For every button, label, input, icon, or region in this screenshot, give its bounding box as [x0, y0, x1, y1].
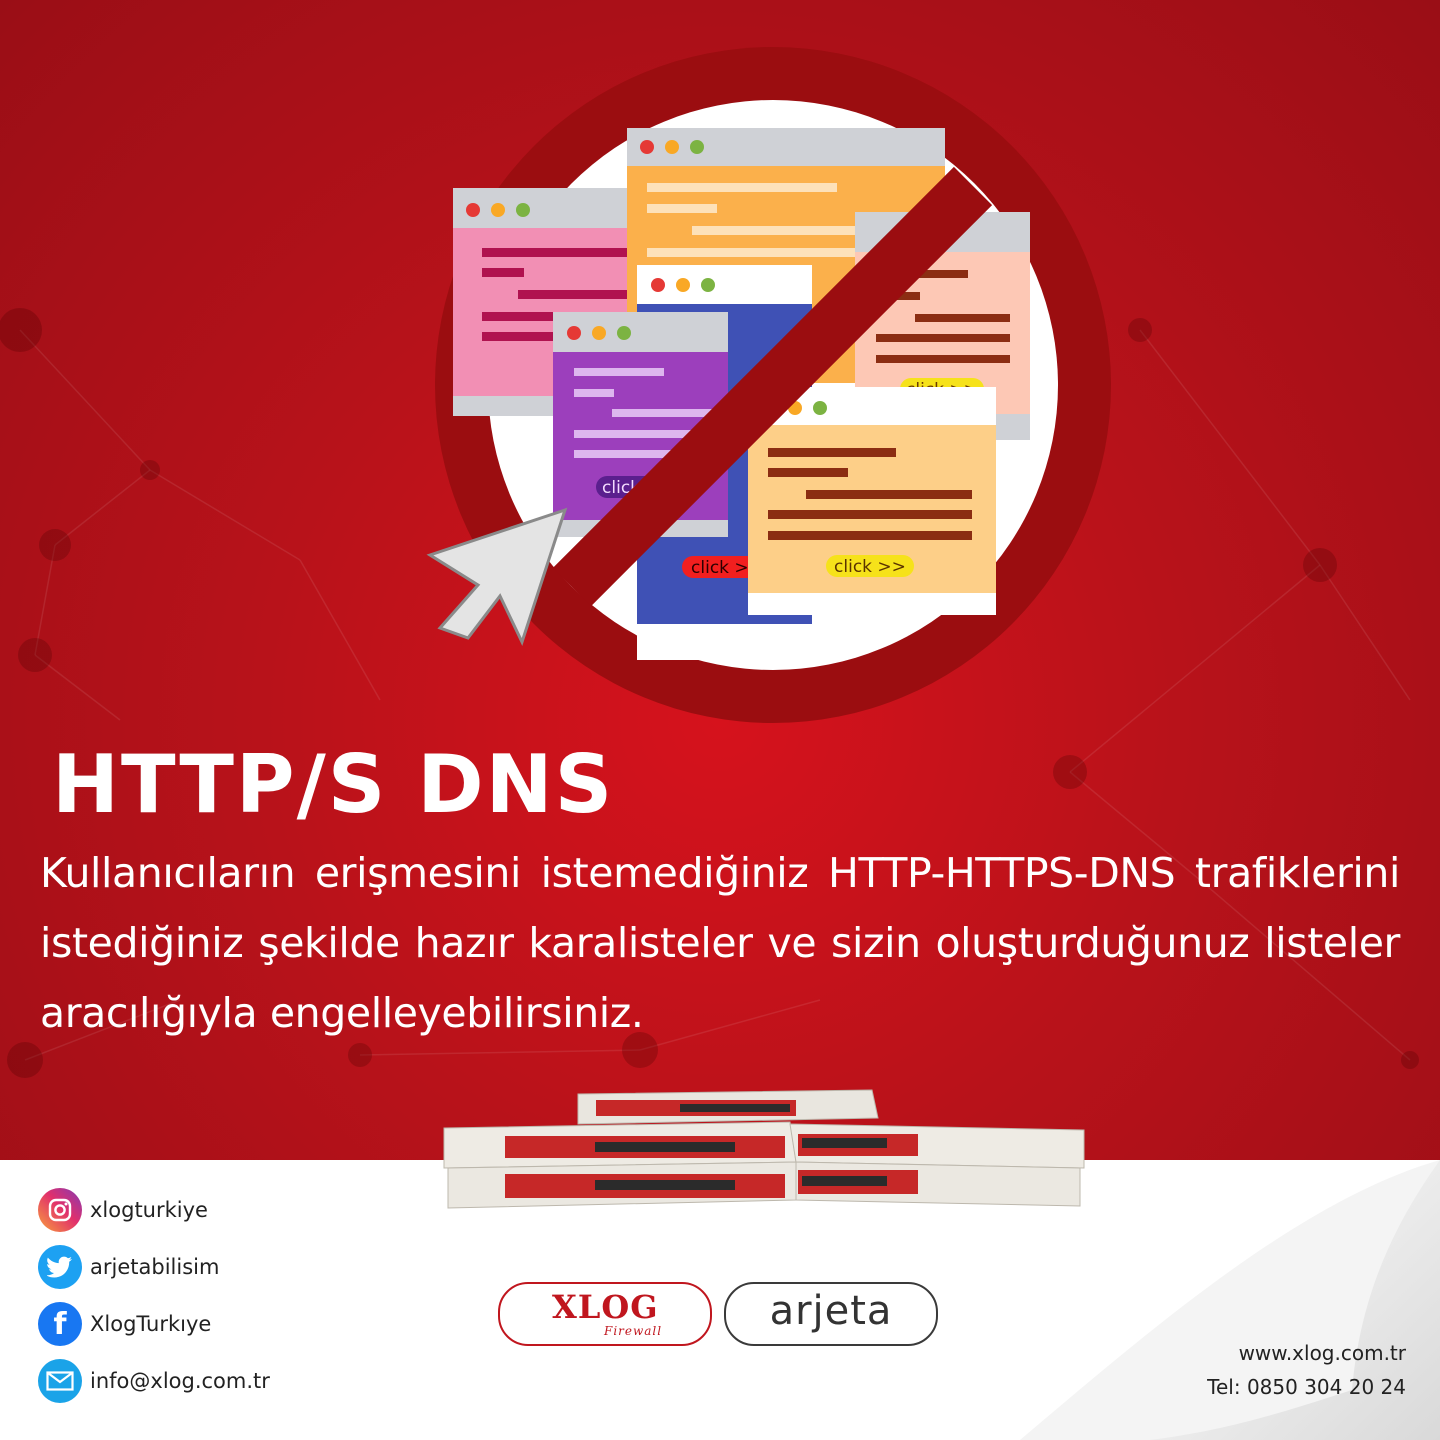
headline: HTTP/S DNS [52, 738, 615, 831]
peach-browser-window: click >> [748, 387, 996, 615]
blocked-websites-illustration: click >> click >> click >> [426, 47, 1111, 723]
poster: click >> click >> click >> [0, 0, 1440, 1440]
xlog-firewall-logo: XLOG Firewall [498, 1282, 712, 1346]
xlog-logo-subtext: Firewall [604, 1324, 663, 1338]
facebook-handle: XlogTurkıye [90, 1312, 212, 1336]
social-item-facebook[interactable]: f XlogTurkıye [38, 1302, 270, 1346]
twitter-handle: arjetabilisim [90, 1255, 220, 1279]
appliance-left-lower [447, 1161, 797, 1209]
description: Kullanıcıların erişmesini istemediğiniz … [40, 849, 1400, 1037]
twitter-icon [38, 1245, 82, 1289]
facebook-icon: f [38, 1302, 82, 1346]
appliance-left-upper [443, 1121, 797, 1169]
mail-icon [38, 1359, 82, 1403]
contact-info: www.xlog.com.tr Tel: 0850 304 20 24 [1207, 1336, 1406, 1404]
arjeta-logo-text: arjeta [769, 1288, 893, 1334]
peach-window-click-label: click >> [834, 557, 906, 577]
social-item-twitter[interactable]: arjetabilisim [38, 1245, 270, 1289]
phone-number: Tel: 0850 304 20 24 [1207, 1375, 1406, 1399]
social-item-instagram[interactable]: xlogturkiye [38, 1188, 270, 1232]
website-link[interactable]: www.xlog.com.tr [1207, 1336, 1406, 1370]
arjeta-logo: arjeta [724, 1282, 938, 1346]
instagram-icon [38, 1188, 82, 1232]
email-address: info@xlog.com.tr [90, 1369, 270, 1393]
appliance-top [577, 1089, 879, 1125]
social-links: xlogturkiye arjetabilisim f XlogTurkıye … [38, 1188, 270, 1416]
social-item-email[interactable]: info@xlog.com.tr [38, 1359, 270, 1403]
instagram-handle: xlogturkiye [90, 1198, 208, 1222]
xlog-logo-text: XLOG [552, 1288, 659, 1326]
